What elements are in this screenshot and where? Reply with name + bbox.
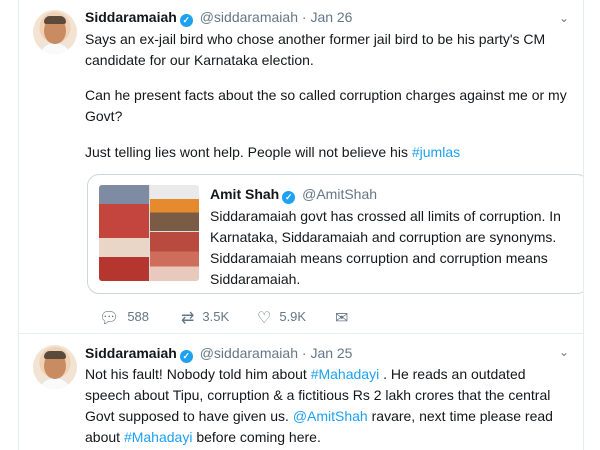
like-count: 5.9K <box>279 309 307 324</box>
envelope-icon: ✉ <box>335 310 349 327</box>
reply-icon: 💬︎ <box>99 310 120 327</box>
quoted-tweet-header: Amit Shah ✓ @AmitShah <box>210 184 377 204</box>
timeline: Siddaramaiah ✓ @siddaramaiah · Jan 26 ⌄ S… <box>18 0 584 450</box>
quoted-tweet[interactable]: Amit Shah ✓ @AmitShah Siddaramaiah govt h… <box>87 174 583 294</box>
hashtag-link[interactable]: #jumlas <box>412 144 460 160</box>
quoted-tweet-text: Siddaramaiah govt has crossed all limits… <box>210 208 561 287</box>
tweet-header: Siddaramaiah ✓ @siddaramaiah · Jan 26 <box>85 7 352 27</box>
tweet[interactable]: Siddaramaiah ✓ @siddaramaiah · Jan 26 ⌄ S… <box>19 0 583 334</box>
author-name[interactable]: Siddaramaiah <box>85 345 177 361</box>
tweet-date[interactable]: Jan 26 <box>310 9 352 25</box>
verified-badge-icon: ✓ <box>179 14 193 27</box>
quoted-author-name: Amit Shah <box>210 186 280 202</box>
tweet-text-paragraph: Just telling lies wont help. People will… <box>85 142 571 163</box>
tweet-text-segment: Not his fault! Nobody told him about <box>85 366 311 382</box>
like-button[interactable]: ♡ 5.9K <box>257 307 306 329</box>
chevron-down-icon[interactable]: ⌄ <box>559 346 569 358</box>
tweet-header: Siddaramaiah ✓ @siddaramaiah · Jan 25 <box>85 343 352 363</box>
retweet-button[interactable]: ⇄ 3.5K <box>181 307 229 329</box>
retweet-icon: ⇄ <box>181 310 195 327</box>
author-name[interactable]: Siddaramaiah <box>85 9 177 25</box>
avatar[interactable] <box>33 10 77 54</box>
quoted-tweet-image[interactable] <box>99 185 199 281</box>
hashtag-link[interactable]: #Mahadayi <box>124 429 193 445</box>
tweet-text-paragraph: Says an ex-jail bird who chose another f… <box>85 31 546 68</box>
chevron-down-icon[interactable]: ⌄ <box>559 12 569 24</box>
avatar[interactable] <box>33 345 77 389</box>
reply-count: 588 <box>127 309 150 324</box>
tweet-text: Not his fault! Nobody told him about #Ma… <box>85 364 571 448</box>
tweet[interactable]: Siddaramaiah ✓ @siddaramaiah · Jan 25 ⌄ N… <box>19 334 583 450</box>
separator-dot: · <box>301 345 307 361</box>
quoted-author-handle: @AmitShah <box>302 186 378 202</box>
retweet-count: 3.5K <box>202 309 230 324</box>
mention-link[interactable]: @AmitShah <box>293 408 368 424</box>
tweet-text-segment: Just telling lies wont help. People will… <box>85 144 412 160</box>
tweet-text-paragraph: Can he present facts about the so called… <box>85 87 567 124</box>
tweet-date[interactable]: Jan 25 <box>310 345 352 361</box>
verified-badge-icon: ✓ <box>179 350 193 363</box>
reply-button[interactable]: 💬︎ 588 <box>99 307 149 329</box>
author-handle[interactable]: @siddaramaiah <box>200 345 298 361</box>
heart-icon: ♡ <box>257 310 272 327</box>
author-handle[interactable]: @siddaramaiah <box>200 9 298 25</box>
tweet-text-segment: before coming here. <box>192 429 321 445</box>
hashtag-link[interactable]: #Mahadayi <box>311 366 380 382</box>
separator-dot: · <box>301 9 307 25</box>
direct-message-button[interactable]: ✉ <box>335 307 356 329</box>
verified-badge-icon: ✓ <box>282 191 296 204</box>
